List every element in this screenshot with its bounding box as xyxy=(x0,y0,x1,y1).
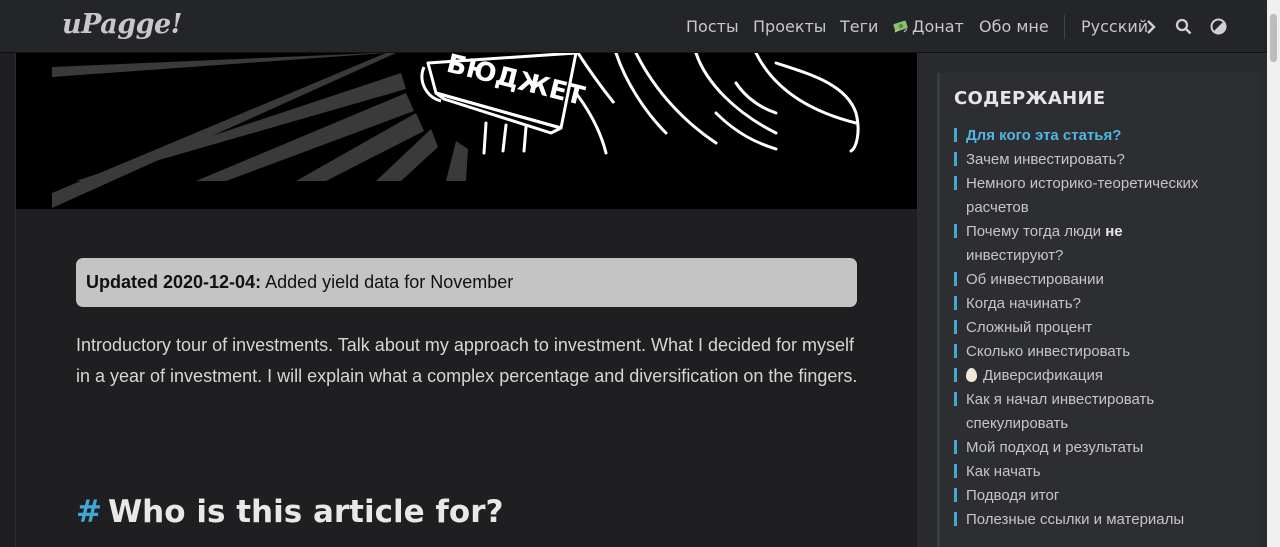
toc-item-emphasis: не xyxy=(1105,223,1123,240)
toc-item[interactable]: Когда начинать? xyxy=(954,292,1244,316)
toc-item[interactable]: Для кого эта статья? xyxy=(954,124,1244,148)
toc-item-label: Зачем инвестировать? xyxy=(966,151,1125,168)
heading-anchor-link[interactable]: # xyxy=(76,494,102,530)
toc-item-label: Как я начал инвестировать xyxy=(966,391,1155,408)
toc-item-label: Мой подход и результаты xyxy=(966,439,1144,456)
toc-item-label: Об инвестировании xyxy=(966,271,1104,288)
toc-item-label-cont: инвестируют? xyxy=(966,247,1064,264)
toc-item[interactable]: Диверсификация xyxy=(954,364,1244,388)
toc-bullet xyxy=(954,176,957,190)
left-gutter xyxy=(0,53,16,547)
toc-item-label: Сколько инвестировать xyxy=(966,343,1131,360)
toc-bullet xyxy=(954,296,957,310)
toc-bullet xyxy=(954,152,957,166)
article-intro: Introductory tour of investments. Talk a… xyxy=(76,335,858,386)
scrollbar-thumb[interactable] xyxy=(1270,14,1277,62)
chevron-right-icon[interactable] xyxy=(1146,19,1156,39)
toc-item-label: Немного историко-теоретических xyxy=(966,175,1199,192)
toc-item[interactable]: Сколько инвестировать xyxy=(954,340,1244,364)
toc-bullet xyxy=(954,344,957,358)
toc-bullet xyxy=(954,272,957,286)
toc-bullet xyxy=(954,440,957,454)
toc-item[interactable]: Об инвестировании xyxy=(954,268,1244,292)
toc-bullet xyxy=(954,128,957,142)
toc-item[interactable]: Полезные ссылки и материалы xyxy=(954,508,1244,532)
update-notice: Updated 2020-12-04: Added yield data for… xyxy=(76,258,857,307)
toc-title: СОДЕРЖАНИЕ xyxy=(954,88,1106,109)
toc-item-label-cont: спекулировать xyxy=(966,415,1069,432)
toc-item-label: Сложный процент xyxy=(966,319,1093,336)
hero-sign-text: БЮДЖЕТ xyxy=(444,53,588,112)
toc-item-label: Как начать xyxy=(966,463,1041,480)
toc-item-label: Подводя итог xyxy=(966,487,1060,504)
hero-illustration: БЮДЖЕТ xyxy=(16,53,917,209)
toc-bullet xyxy=(954,512,957,526)
toc-item[interactable]: Немного историко-теоретических расчетов xyxy=(954,172,1244,220)
egg-icon xyxy=(966,368,977,382)
toc-bullet xyxy=(954,368,957,382)
toc-item-label: Полезные ссылки и материалы xyxy=(966,511,1185,528)
nav-about[interactable]: Обо мне xyxy=(979,17,1049,36)
toc-bullet xyxy=(954,488,957,502)
toc-item-label-cont: расчетов xyxy=(966,199,1029,216)
section-heading: # Who is this article for? xyxy=(76,494,504,530)
page-scrollbar[interactable] xyxy=(1267,0,1280,547)
toc-bullet xyxy=(954,320,957,334)
update-text: Added yield data for November xyxy=(261,272,514,292)
toc-item[interactable]: Как начать xyxy=(954,460,1244,484)
nav-divider xyxy=(1064,15,1065,39)
nav-posts[interactable]: Посты xyxy=(686,17,739,36)
toc-bullet xyxy=(954,224,957,238)
toc-item[interactable]: Мой подход и результаты xyxy=(954,436,1244,460)
toc-bullet xyxy=(954,464,957,478)
section-heading-text: Who is this article for? xyxy=(107,494,504,530)
language-selector[interactable]: Русский xyxy=(1081,17,1148,36)
toc-item-label: Диверсификация xyxy=(983,367,1103,384)
nav-tags[interactable]: Теги xyxy=(840,17,878,36)
toc-item-label: Для кого эта статья? xyxy=(966,127,1122,144)
toc-item-label: Почему тогда люди xyxy=(966,223,1106,240)
toc-item-label: Когда начинать? xyxy=(966,295,1081,312)
toc-item[interactable]: Сложный процент xyxy=(954,316,1244,340)
toc-item[interactable]: Почему тогда люди не инвестируют? xyxy=(954,220,1244,268)
toc-item[interactable]: Как я начал инвестировать спекулировать xyxy=(954,388,1244,436)
nav-donate[interactable]: Донат xyxy=(912,17,964,36)
site-logo[interactable]: uPagge! xyxy=(62,9,183,40)
update-label: Updated 2020-12-04: xyxy=(86,272,262,292)
search-icon[interactable] xyxy=(1175,18,1192,39)
toc-item[interactable]: Подводя итог xyxy=(954,484,1244,508)
theme-toggle-icon[interactable] xyxy=(1210,18,1227,39)
money-icon xyxy=(893,19,910,38)
toc-bullet xyxy=(954,392,957,406)
nav-projects[interactable]: Проекты xyxy=(753,17,826,36)
toc-item[interactable]: Зачем инвестировать? xyxy=(954,148,1244,172)
